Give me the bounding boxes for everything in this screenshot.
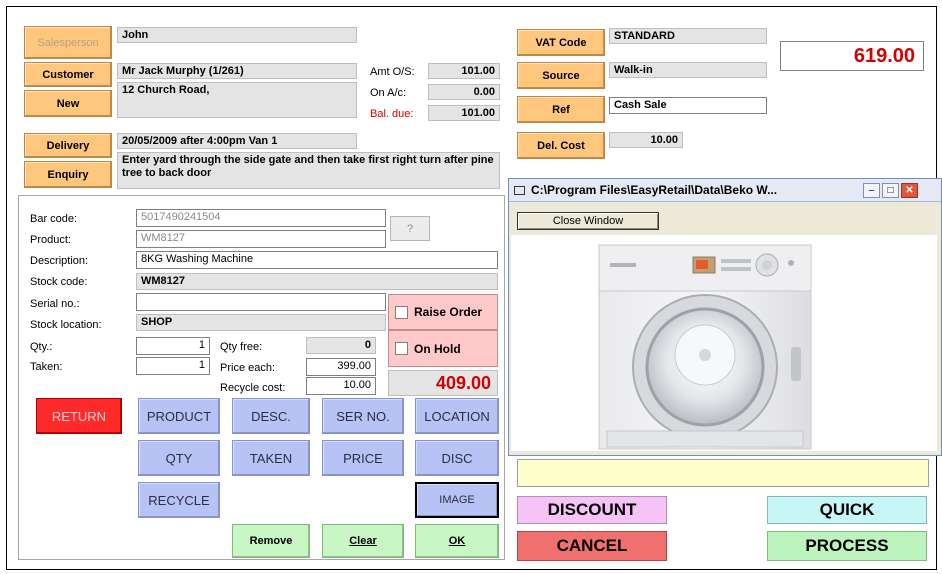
raise-order-check-icon — [395, 305, 408, 319]
stock-code-field: WM8127 — [136, 273, 498, 290]
amt-os-value: 101.00 — [428, 63, 500, 79]
raise-order-label: Raise Order — [414, 305, 483, 319]
close-icon[interactable]: ✕ — [901, 182, 918, 198]
vat-code-button[interactable]: VAT Code — [517, 29, 605, 56]
description-field[interactable]: 8KG Washing Machine — [136, 251, 498, 269]
customer-name-field[interactable]: Mr Jack Murphy (1/261) — [117, 63, 357, 79]
product-image — [511, 235, 937, 451]
edit-product-button[interactable]: PRODUCT — [138, 398, 220, 434]
image-window: C:\Program Files\EasyRetail\Data\Beko W.… — [508, 178, 942, 456]
ref-button[interactable]: Ref — [517, 96, 605, 123]
on-account-label: On A/c: — [370, 87, 407, 99]
on-hold-label: On Hold — [414, 341, 461, 356]
description-label: Description: — [30, 255, 89, 267]
serial-field[interactable] — [136, 293, 386, 311]
qty-field[interactable]: 1 — [136, 337, 210, 355]
process-button[interactable]: PROCESS — [767, 531, 927, 561]
taken-label: Taken: — [30, 361, 63, 373]
cancel-button[interactable]: CANCEL — [517, 531, 667, 561]
discount-button[interactable]: DISCOUNT — [517, 496, 667, 524]
ref-field[interactable]: Cash Sale — [609, 97, 767, 114]
delivery-button[interactable]: Delivery — [24, 133, 112, 158]
customer-address-field[interactable]: 12 Church Road, — [117, 82, 357, 118]
source-field[interactable]: Walk-in — [609, 62, 767, 78]
salesperson-field[interactable]: John — [117, 27, 357, 43]
edit-qty-button[interactable]: QTY — [138, 440, 220, 476]
recycle-cost-label: Recycle cost: — [220, 382, 286, 394]
edit-desc-button[interactable]: DESC. — [232, 398, 310, 434]
edit-recycle-button[interactable]: RECYCLE — [138, 482, 220, 518]
product-label: Product: — [30, 234, 71, 246]
barcode-field[interactable]: 5017490241504 — [136, 209, 386, 227]
product-lookup-button[interactable]: ? — [390, 216, 430, 241]
line-total: 409.00 — [388, 370, 498, 396]
delivery-cost-button[interactable]: Del. Cost — [517, 132, 605, 159]
serial-label: Serial no.: — [30, 298, 80, 310]
edit-taken-button[interactable]: TAKEN — [232, 440, 310, 476]
washing-machine-image — [598, 244, 812, 450]
on-account-value: 0.00 — [428, 84, 500, 100]
ok-button[interactable]: OK — [415, 524, 499, 558]
remove-button[interactable]: Remove — [232, 524, 310, 558]
delivery-note-field[interactable]: Enter yard through the side gate and the… — [117, 152, 500, 189]
maximize-icon[interactable]: □ — [882, 182, 899, 198]
vat-code-field[interactable]: STANDARD — [609, 28, 767, 44]
on-hold-checkbox[interactable]: On Hold — [388, 330, 498, 367]
new-customer-button[interactable]: New — [24, 90, 112, 117]
qty-free-field: 0 — [306, 337, 376, 354]
qty-label: Qty.: — [30, 341, 53, 353]
customer-button[interactable]: Customer — [24, 62, 112, 87]
barcode-label: Bar code: — [30, 213, 78, 225]
amt-os-label: Amt O/S: — [370, 66, 415, 78]
image-button[interactable]: IMAGE — [415, 482, 499, 518]
balance-due-label: Bal. due: — [370, 108, 414, 120]
product-field[interactable]: WM8127 — [136, 230, 386, 248]
qty-free-label: Qty free: — [220, 341, 263, 353]
minimize-icon[interactable]: – — [863, 182, 880, 198]
clear-button[interactable]: Clear — [322, 524, 404, 558]
on-hold-check-icon — [395, 342, 408, 355]
delivery-cost-field[interactable]: 10.00 — [609, 132, 683, 148]
price-each-label: Price each: — [220, 362, 276, 374]
stock-code-label: Stock code: — [30, 276, 88, 288]
raise-order-checkbox[interactable]: Raise Order — [388, 294, 498, 330]
edit-location-button[interactable]: LOCATION — [415, 398, 499, 434]
window-app-icon — [514, 185, 525, 195]
edit-serial-button[interactable]: SER NO. — [322, 398, 404, 434]
stock-location-field[interactable]: SHOP — [136, 314, 386, 331]
delivery-field[interactable]: 20/05/2009 after 4:00pm Van 1 — [117, 133, 357, 149]
return-button[interactable]: RETURN — [36, 398, 122, 434]
stock-location-label: Stock location: — [30, 319, 102, 331]
salesperson-button[interactable]: Salesperson — [24, 26, 112, 59]
edit-discount-button[interactable]: DISC — [415, 440, 499, 476]
price-each-field[interactable]: 399.00 — [306, 358, 376, 376]
edit-price-button[interactable]: PRICE — [322, 440, 404, 476]
message-bar — [517, 459, 929, 487]
enquiry-button[interactable]: Enquiry — [24, 161, 112, 188]
quick-button[interactable]: QUICK — [767, 496, 927, 524]
image-window-title: C:\Program Files\EasyRetail\Data\Beko W.… — [531, 183, 778, 197]
taken-field[interactable]: 1 — [136, 357, 210, 375]
source-button[interactable]: Source — [517, 62, 605, 89]
recycle-cost-field[interactable]: 10.00 — [306, 377, 376, 395]
order-total: 619.00 — [780, 41, 924, 71]
close-window-button[interactable]: Close Window — [517, 212, 659, 230]
balance-due-value: 101.00 — [428, 105, 500, 121]
image-window-titlebar[interactable]: C:\Program Files\EasyRetail\Data\Beko W.… — [509, 179, 941, 202]
